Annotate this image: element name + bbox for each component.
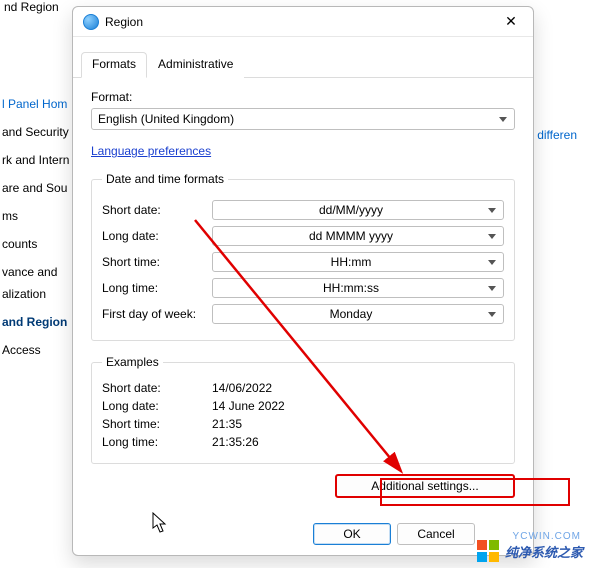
ex-short-date-label: Short date:	[102, 381, 212, 395]
additional-settings-button[interactable]: Additional settings...	[335, 474, 515, 498]
dialog-title: Region	[105, 15, 491, 29]
format-select[interactable]: English (United Kingdom)	[91, 108, 515, 130]
ex-long-date-label: Long date:	[102, 399, 212, 413]
short-time-value: HH:mm	[331, 255, 372, 269]
ex-long-time-value: 21:35:26	[212, 435, 259, 449]
long-time-label: Long time:	[102, 281, 212, 295]
close-icon[interactable]: ✕	[497, 13, 525, 30]
tab-formats[interactable]: Formats	[81, 52, 147, 78]
language-preferences-link[interactable]: Language preferences	[91, 144, 211, 158]
ex-long-time-label: Long time:	[102, 435, 212, 449]
long-date-value: dd MMMM yyyy	[309, 229, 393, 243]
globe-icon	[83, 14, 99, 30]
long-date-label: Long date:	[102, 229, 212, 243]
short-time-select[interactable]: HH:mm	[212, 252, 504, 272]
first-day-select[interactable]: Monday	[212, 304, 504, 324]
format-value: English (United Kingdom)	[98, 112, 234, 126]
ex-short-date-value: 14/06/2022	[212, 381, 272, 395]
cancel-button[interactable]: Cancel	[397, 523, 475, 545]
dialog-tabs: Formats Administrative	[73, 37, 533, 78]
short-date-select[interactable]: dd/MM/yyyy	[212, 200, 504, 220]
examples-group: Examples Short date:14/06/2022 Long date…	[91, 355, 515, 464]
long-date-select[interactable]: dd MMMM yyyy	[212, 226, 504, 246]
ex-long-date-value: 14 June 2022	[212, 399, 285, 413]
examples-legend: Examples	[102, 355, 163, 369]
tab-administrative[interactable]: Administrative	[147, 52, 244, 78]
dialog-titlebar: Region ✕	[73, 7, 533, 37]
dialog-body: Format: English (United Kingdom) Languag…	[73, 78, 533, 515]
short-date-label: Short date:	[102, 203, 212, 217]
dialog-footer: OK Cancel	[73, 515, 533, 555]
date-time-formats-legend: Date and time formats	[102, 172, 228, 186]
region-dialog: Region ✕ Formats Administrative Format: …	[72, 6, 534, 556]
long-time-select[interactable]: HH:mm:ss	[212, 278, 504, 298]
long-time-value: HH:mm:ss	[323, 281, 379, 295]
first-day-label: First day of week:	[102, 307, 212, 321]
format-label: Format:	[91, 90, 515, 104]
date-time-formats-group: Date and time formats Short date: dd/MM/…	[91, 172, 515, 341]
ex-short-time-label: Short time:	[102, 417, 212, 431]
ex-short-time-value: 21:35	[212, 417, 242, 431]
ok-button[interactable]: OK	[313, 523, 391, 545]
first-day-value: Monday	[330, 307, 373, 321]
short-time-label: Short time:	[102, 255, 212, 269]
background-link-fragment[interactable]: differen	[537, 128, 577, 142]
short-date-value: dd/MM/yyyy	[319, 203, 383, 217]
